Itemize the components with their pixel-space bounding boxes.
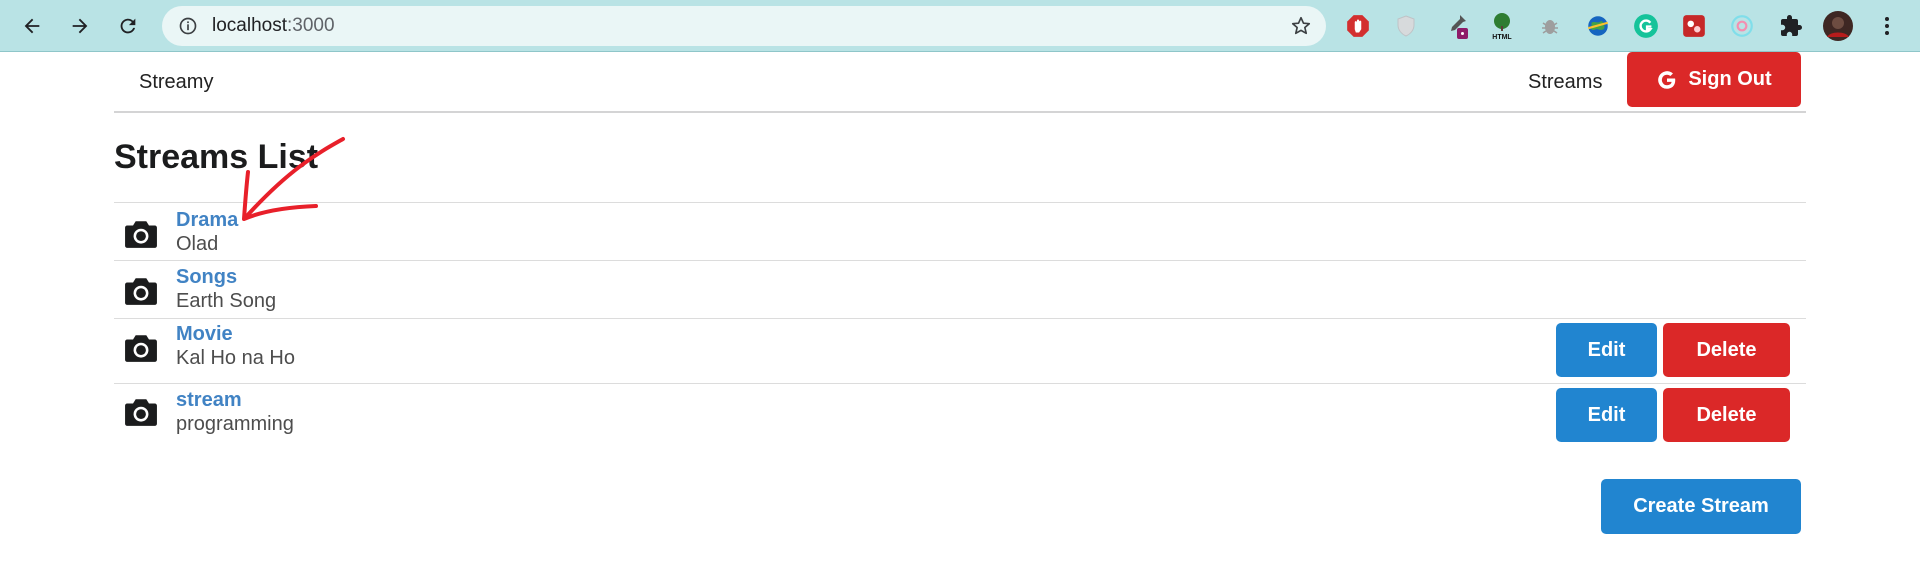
back-button[interactable] — [14, 8, 50, 44]
browser-toolbar: localhost:3000 HTML — [0, 0, 1920, 52]
stream-title[interactable]: stream — [176, 389, 242, 412]
url-host: localhost — [212, 15, 287, 36]
create-stream-button[interactable]: Create Stream — [1601, 479, 1801, 534]
url-text[interactable]: localhost:3000 — [212, 15, 335, 37]
bug-icon[interactable] — [1535, 11, 1565, 41]
html-ext-label: HTML — [1492, 34, 1512, 41]
list-item: Songs Earth Song — [114, 260, 1806, 318]
grammarly-icon[interactable] — [1631, 11, 1661, 41]
page-title: Streams List — [114, 138, 319, 176]
extensions-puzzle-icon[interactable] — [1776, 11, 1806, 41]
stream-description: Olad — [176, 233, 219, 255]
streams-list: Drama Olad Songs Earth Song Movie Kal Ho… — [114, 202, 1806, 445]
app-page: Streamy Streams Sign Out Streams List Dr… — [114, 52, 1806, 564]
eyedropper-icon[interactable] — [1442, 11, 1472, 41]
sign-out-label: Sign Out — [1688, 68, 1772, 90]
menu-dots-icon[interactable] — [1872, 11, 1902, 41]
stream-title[interactable]: Drama — [176, 209, 238, 232]
google-icon — [1658, 70, 1676, 89]
profile-avatar[interactable] — [1823, 11, 1853, 41]
camera-icon — [125, 335, 157, 362]
forward-arrow-icon — [72, 18, 88, 34]
list-item: Movie Kal Ho na Ho Edit Delete — [114, 318, 1806, 383]
shield-icon[interactable] — [1391, 11, 1421, 41]
top-menu: Streamy Streams Sign Out — [114, 52, 1806, 113]
forward-button[interactable] — [62, 8, 98, 44]
info-icon[interactable] — [178, 16, 198, 36]
camera-icon — [125, 278, 157, 305]
list-item: Drama Olad — [114, 202, 1806, 260]
list-item: stream programming Edit Delete — [114, 383, 1806, 445]
stream-title[interactable]: Movie — [176, 323, 233, 346]
camera-icon — [125, 399, 157, 426]
address-bar[interactable]: localhost:3000 — [162, 6, 1326, 46]
sign-out-button[interactable]: Sign Out — [1627, 52, 1801, 107]
streams-link[interactable]: Streams — [1528, 71, 1602, 94]
spiral-icon[interactable] — [1727, 11, 1757, 41]
stream-description: Earth Song — [176, 290, 277, 312]
edit-button[interactable]: Edit — [1556, 388, 1657, 442]
camera-icon — [125, 221, 157, 248]
puzzle-red-icon[interactable] — [1679, 11, 1709, 41]
back-arrow-icon — [24, 18, 40, 34]
reload-button[interactable] — [110, 8, 146, 44]
stream-description: Kal Ho na Ho — [176, 347, 295, 369]
bookmark-star-icon[interactable] — [1290, 15, 1312, 37]
url-port: :3000 — [287, 15, 335, 36]
adblock-icon[interactable] — [1343, 11, 1373, 41]
globe-icon[interactable] — [1583, 11, 1613, 41]
stream-title[interactable]: Songs — [176, 266, 237, 289]
html-tree-icon[interactable]: HTML — [1487, 11, 1517, 41]
brand-link[interactable]: Streamy — [139, 71, 213, 94]
reload-icon — [120, 18, 136, 34]
stream-description: programming — [176, 413, 294, 435]
delete-button[interactable]: Delete — [1663, 323, 1790, 377]
edit-button[interactable]: Edit — [1556, 323, 1657, 377]
delete-button[interactable]: Delete — [1663, 388, 1790, 442]
